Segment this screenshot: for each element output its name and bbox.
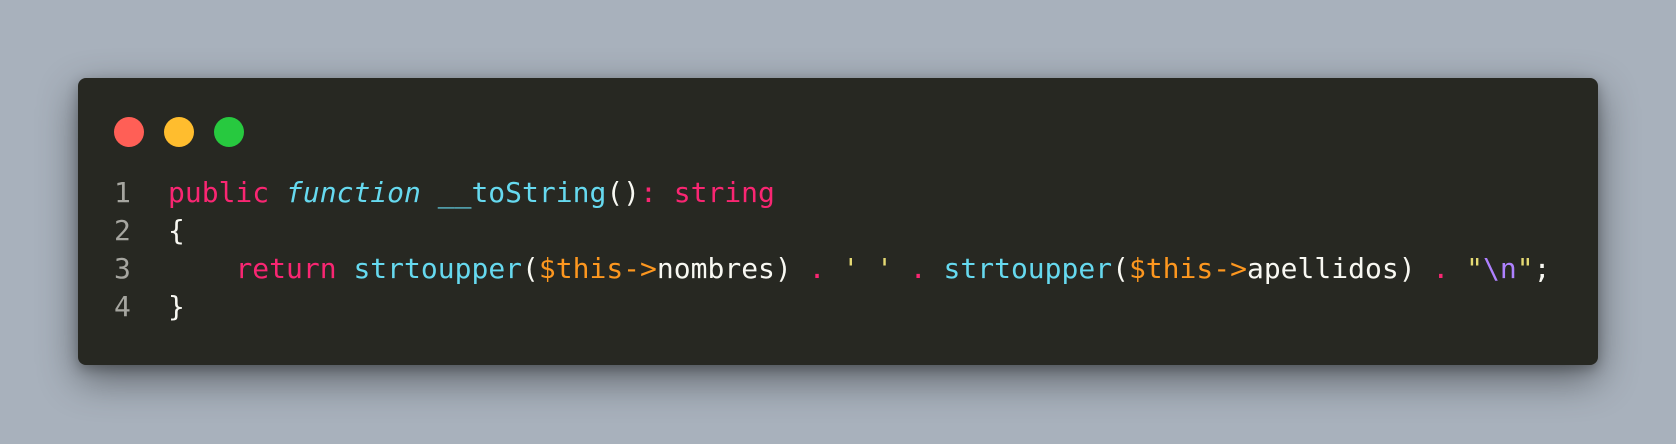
close-icon[interactable]: [114, 117, 144, 147]
code-token: (: [1112, 252, 1129, 285]
code-token: ' ': [842, 252, 893, 285]
code-token: (): [606, 176, 641, 209]
line-source: return strtoupper($this->nombres) . ' ' …: [168, 250, 1550, 288]
code-token: : string: [640, 176, 775, 209]
code-token: }: [168, 290, 185, 323]
line-number: 1: [114, 176, 131, 209]
line-number: 3: [114, 252, 131, 285]
code-token: $this->: [1128, 252, 1247, 285]
code-line: 1 public function __toString(): string: [114, 174, 1578, 212]
line-source: }: [168, 288, 185, 326]
code-token: nombres: [656, 252, 775, 285]
line-source: {: [168, 212, 185, 250]
window-controls: [114, 117, 244, 147]
code-token: apellidos: [1246, 252, 1399, 285]
code-token: strtoupper: [943, 252, 1113, 285]
code-token: ": [1466, 252, 1483, 285]
code-block[interactable]: 1 public function __toString(): string 2…: [114, 174, 1578, 326]
line-source: public function __toString(): string: [168, 174, 775, 212]
code-token: .: [909, 252, 927, 285]
code-token: \n: [1482, 252, 1517, 285]
code-line: 4 }: [114, 288, 1578, 326]
code-token: function: [286, 176, 421, 209]
code-token: .: [1432, 252, 1450, 285]
code-line: 2 {: [114, 212, 1578, 250]
minimize-icon[interactable]: [164, 117, 194, 147]
line-number: 4: [114, 290, 131, 323]
line-number: 2: [114, 214, 131, 247]
code-line: 3 return strtoupper($this->nombres) . ' …: [114, 250, 1578, 288]
code-token: strtoupper: [353, 252, 523, 285]
code-token: $this->: [538, 252, 657, 285]
code-token: (: [522, 252, 539, 285]
code-token: ;: [1533, 252, 1551, 285]
code-token: .: [808, 252, 826, 285]
code-token: __toString: [437, 176, 607, 209]
code-token: public: [168, 176, 270, 209]
code-token: ): [774, 252, 809, 285]
code-token: return: [235, 252, 337, 285]
code-token: ": [1516, 252, 1534, 285]
code-window: 1 public function __toString(): string 2…: [78, 78, 1598, 365]
code-token: ): [1398, 252, 1433, 285]
code-token: {: [168, 214, 185, 247]
maximize-icon[interactable]: [214, 117, 244, 147]
